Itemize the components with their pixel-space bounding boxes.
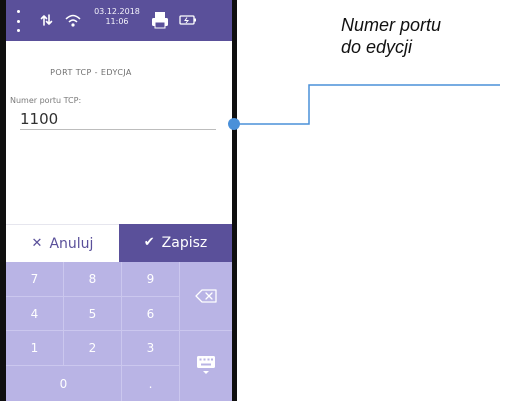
port-field-label: Numer portu TCP: bbox=[10, 96, 82, 105]
battery-icon bbox=[179, 15, 196, 25]
annotation-label: Numer portu do edycji bbox=[341, 14, 511, 58]
network-transfer-icon bbox=[40, 14, 53, 26]
save-label: Zapisz bbox=[161, 235, 208, 251]
key-7[interactable]: 7 bbox=[6, 262, 64, 297]
canvas: 03.12.2018 11:06 PORT TCP - EDYCJA Numer… bbox=[0, 0, 515, 401]
numeric-keypad: 7 8 9 4 5 6 1 2 3 0 . bbox=[6, 262, 232, 401]
key-0[interactable]: 0 bbox=[6, 366, 122, 401]
key-8[interactable]: 8 bbox=[64, 262, 122, 297]
printer-paper-icon bbox=[152, 12, 168, 29]
device-frame: 03.12.2018 11:06 PORT TCP - EDYCJA Numer… bbox=[0, 0, 237, 401]
save-button[interactable]: ✔ Zapisz bbox=[119, 224, 232, 262]
status-bar: 03.12.2018 11:06 bbox=[6, 0, 232, 41]
status-datetime: 03.12.2018 11:06 bbox=[92, 7, 142, 27]
close-icon: ✕ bbox=[31, 235, 43, 251]
cancel-button[interactable]: ✕ Anuluj bbox=[6, 224, 119, 262]
key-9[interactable]: 9 bbox=[122, 262, 180, 297]
key-3[interactable]: 3 bbox=[122, 331, 180, 366]
key-6[interactable]: 6 bbox=[122, 297, 180, 331]
key-1[interactable]: 1 bbox=[6, 331, 64, 366]
key-5[interactable]: 5 bbox=[64, 297, 122, 331]
key-4[interactable]: 4 bbox=[6, 297, 64, 331]
annotation-line-2: do edycji bbox=[341, 37, 413, 57]
keyboard-hide-icon bbox=[197, 356, 215, 374]
cancel-label: Anuluj bbox=[49, 235, 94, 252]
key-decimal[interactable]: . bbox=[122, 366, 180, 401]
hide-keyboard-key[interactable] bbox=[180, 331, 232, 401]
overflow-menu-icon[interactable] bbox=[16, 10, 20, 32]
status-date: 03.12.2018 bbox=[94, 7, 140, 16]
status-time: 11:06 bbox=[105, 17, 129, 26]
annotation-line-1: Numer portu bbox=[341, 15, 442, 35]
wifi-icon bbox=[65, 14, 81, 27]
page-title: PORT TCP - EDYCJA bbox=[50, 68, 132, 77]
backspace-icon bbox=[195, 289, 217, 303]
check-icon: ✔ bbox=[143, 235, 155, 250]
device-screen: 03.12.2018 11:06 PORT TCP - EDYCJA Numer… bbox=[6, 0, 232, 401]
key-2[interactable]: 2 bbox=[64, 331, 122, 366]
port-number-input[interactable]: 1100 bbox=[20, 109, 216, 130]
backspace-key[interactable] bbox=[180, 262, 232, 331]
